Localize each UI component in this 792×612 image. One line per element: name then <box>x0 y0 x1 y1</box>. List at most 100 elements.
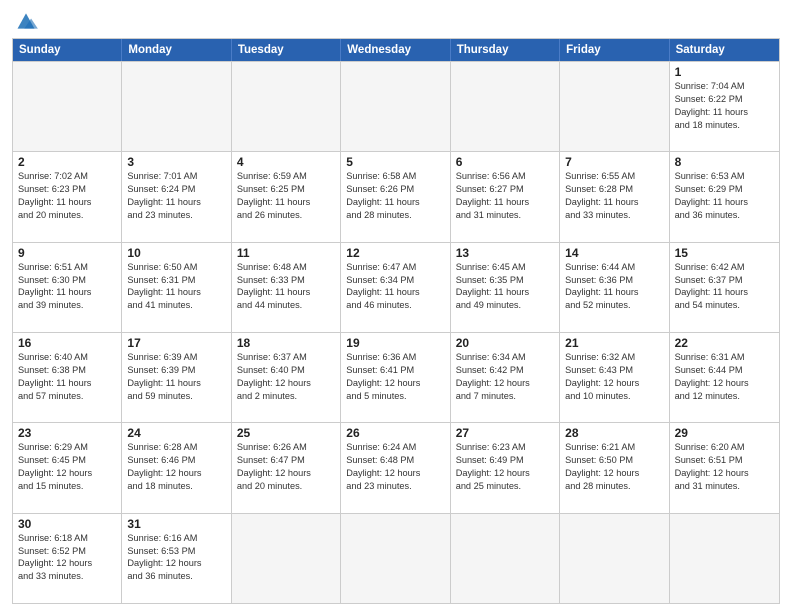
day-info: Sunrise: 6:58 AM Sunset: 6:26 PM Dayligh… <box>346 170 444 222</box>
day-number: 23 <box>18 426 116 440</box>
header-day-sunday: Sunday <box>13 39 122 61</box>
cal-cell <box>232 62 341 151</box>
cal-cell: 25Sunrise: 6:26 AM Sunset: 6:47 PM Dayli… <box>232 423 341 512</box>
cal-cell: 19Sunrise: 6:36 AM Sunset: 6:41 PM Dayli… <box>341 333 450 422</box>
day-info: Sunrise: 6:34 AM Sunset: 6:42 PM Dayligh… <box>456 351 554 403</box>
day-info: Sunrise: 6:28 AM Sunset: 6:46 PM Dayligh… <box>127 441 225 493</box>
day-info: Sunrise: 6:36 AM Sunset: 6:41 PM Dayligh… <box>346 351 444 403</box>
day-number: 10 <box>127 246 225 260</box>
calendar-row-1: 2Sunrise: 7:02 AM Sunset: 6:23 PM Daylig… <box>13 151 779 241</box>
cal-cell: 31Sunrise: 6:16 AM Sunset: 6:53 PM Dayli… <box>122 514 231 603</box>
cal-cell <box>13 62 122 151</box>
day-info: Sunrise: 7:02 AM Sunset: 6:23 PM Dayligh… <box>18 170 116 222</box>
calendar-row-3: 16Sunrise: 6:40 AM Sunset: 6:38 PM Dayli… <box>13 332 779 422</box>
cal-cell <box>670 514 779 603</box>
cal-cell: 21Sunrise: 6:32 AM Sunset: 6:43 PM Dayli… <box>560 333 669 422</box>
cal-cell: 24Sunrise: 6:28 AM Sunset: 6:46 PM Dayli… <box>122 423 231 512</box>
cal-cell: 12Sunrise: 6:47 AM Sunset: 6:34 PM Dayli… <box>341 243 450 332</box>
day-info: Sunrise: 6:44 AM Sunset: 6:36 PM Dayligh… <box>565 261 663 313</box>
day-info: Sunrise: 6:45 AM Sunset: 6:35 PM Dayligh… <box>456 261 554 313</box>
day-number: 25 <box>237 426 335 440</box>
day-number: 24 <box>127 426 225 440</box>
day-number: 27 <box>456 426 554 440</box>
header-day-wednesday: Wednesday <box>341 39 450 61</box>
day-info: Sunrise: 7:04 AM Sunset: 6:22 PM Dayligh… <box>675 80 774 132</box>
day-info: Sunrise: 6:56 AM Sunset: 6:27 PM Dayligh… <box>456 170 554 222</box>
day-number: 19 <box>346 336 444 350</box>
day-number: 28 <box>565 426 663 440</box>
cal-cell: 6Sunrise: 6:56 AM Sunset: 6:27 PM Daylig… <box>451 152 560 241</box>
header-day-thursday: Thursday <box>451 39 560 61</box>
cal-cell <box>560 514 669 603</box>
day-number: 30 <box>18 517 116 531</box>
day-number: 31 <box>127 517 225 531</box>
page: SundayMondayTuesdayWednesdayThursdayFrid… <box>0 0 792 612</box>
day-number: 26 <box>346 426 444 440</box>
day-info: Sunrise: 6:39 AM Sunset: 6:39 PM Dayligh… <box>127 351 225 403</box>
day-number: 22 <box>675 336 774 350</box>
calendar-row-5: 30Sunrise: 6:18 AM Sunset: 6:52 PM Dayli… <box>13 513 779 603</box>
header <box>12 10 780 32</box>
day-info: Sunrise: 6:40 AM Sunset: 6:38 PM Dayligh… <box>18 351 116 403</box>
cal-cell <box>451 514 560 603</box>
day-number: 13 <box>456 246 554 260</box>
cal-cell <box>122 62 231 151</box>
header-day-friday: Friday <box>560 39 669 61</box>
day-info: Sunrise: 6:51 AM Sunset: 6:30 PM Dayligh… <box>18 261 116 313</box>
cal-cell: 20Sunrise: 6:34 AM Sunset: 6:42 PM Dayli… <box>451 333 560 422</box>
cal-cell: 23Sunrise: 6:29 AM Sunset: 6:45 PM Dayli… <box>13 423 122 512</box>
cal-cell: 14Sunrise: 6:44 AM Sunset: 6:36 PM Dayli… <box>560 243 669 332</box>
cal-cell: 9Sunrise: 6:51 AM Sunset: 6:30 PM Daylig… <box>13 243 122 332</box>
day-info: Sunrise: 6:47 AM Sunset: 6:34 PM Dayligh… <box>346 261 444 313</box>
day-number: 17 <box>127 336 225 350</box>
day-info: Sunrise: 6:32 AM Sunset: 6:43 PM Dayligh… <box>565 351 663 403</box>
cal-cell: 4Sunrise: 6:59 AM Sunset: 6:25 PM Daylig… <box>232 152 341 241</box>
day-info: Sunrise: 6:21 AM Sunset: 6:50 PM Dayligh… <box>565 441 663 493</box>
logo <box>12 10 44 32</box>
header-day-saturday: Saturday <box>670 39 779 61</box>
cal-cell: 22Sunrise: 6:31 AM Sunset: 6:44 PM Dayli… <box>670 333 779 422</box>
cal-cell: 3Sunrise: 7:01 AM Sunset: 6:24 PM Daylig… <box>122 152 231 241</box>
cal-cell: 16Sunrise: 6:40 AM Sunset: 6:38 PM Dayli… <box>13 333 122 422</box>
day-number: 15 <box>675 246 774 260</box>
day-info: Sunrise: 6:53 AM Sunset: 6:29 PM Dayligh… <box>675 170 774 222</box>
day-info: Sunrise: 6:26 AM Sunset: 6:47 PM Dayligh… <box>237 441 335 493</box>
day-info: Sunrise: 6:31 AM Sunset: 6:44 PM Dayligh… <box>675 351 774 403</box>
day-info: Sunrise: 6:42 AM Sunset: 6:37 PM Dayligh… <box>675 261 774 313</box>
calendar-header: SundayMondayTuesdayWednesdayThursdayFrid… <box>13 39 779 61</box>
cal-cell: 13Sunrise: 6:45 AM Sunset: 6:35 PM Dayli… <box>451 243 560 332</box>
cal-cell: 30Sunrise: 6:18 AM Sunset: 6:52 PM Dayli… <box>13 514 122 603</box>
day-number: 1 <box>675 65 774 79</box>
day-info: Sunrise: 6:18 AM Sunset: 6:52 PM Dayligh… <box>18 532 116 584</box>
day-info: Sunrise: 6:48 AM Sunset: 6:33 PM Dayligh… <box>237 261 335 313</box>
day-number: 8 <box>675 155 774 169</box>
cal-cell: 5Sunrise: 6:58 AM Sunset: 6:26 PM Daylig… <box>341 152 450 241</box>
calendar-row-2: 9Sunrise: 6:51 AM Sunset: 6:30 PM Daylig… <box>13 242 779 332</box>
day-info: Sunrise: 6:50 AM Sunset: 6:31 PM Dayligh… <box>127 261 225 313</box>
cal-cell: 7Sunrise: 6:55 AM Sunset: 6:28 PM Daylig… <box>560 152 669 241</box>
day-info: Sunrise: 6:55 AM Sunset: 6:28 PM Dayligh… <box>565 170 663 222</box>
day-number: 14 <box>565 246 663 260</box>
day-number: 16 <box>18 336 116 350</box>
day-info: Sunrise: 6:20 AM Sunset: 6:51 PM Dayligh… <box>675 441 774 493</box>
cal-cell <box>341 514 450 603</box>
day-info: Sunrise: 6:29 AM Sunset: 6:45 PM Dayligh… <box>18 441 116 493</box>
day-number: 21 <box>565 336 663 350</box>
cal-cell <box>451 62 560 151</box>
day-number: 5 <box>346 155 444 169</box>
calendar-body: 1Sunrise: 7:04 AM Sunset: 6:22 PM Daylig… <box>13 61 779 603</box>
calendar-row-0: 1Sunrise: 7:04 AM Sunset: 6:22 PM Daylig… <box>13 61 779 151</box>
day-number: 2 <box>18 155 116 169</box>
day-info: Sunrise: 6:24 AM Sunset: 6:48 PM Dayligh… <box>346 441 444 493</box>
cal-cell: 1Sunrise: 7:04 AM Sunset: 6:22 PM Daylig… <box>670 62 779 151</box>
cal-cell: 18Sunrise: 6:37 AM Sunset: 6:40 PM Dayli… <box>232 333 341 422</box>
day-number: 12 <box>346 246 444 260</box>
day-number: 3 <box>127 155 225 169</box>
cal-cell: 29Sunrise: 6:20 AM Sunset: 6:51 PM Dayli… <box>670 423 779 512</box>
header-day-monday: Monday <box>122 39 231 61</box>
day-number: 18 <box>237 336 335 350</box>
day-info: Sunrise: 6:23 AM Sunset: 6:49 PM Dayligh… <box>456 441 554 493</box>
cal-cell: 8Sunrise: 6:53 AM Sunset: 6:29 PM Daylig… <box>670 152 779 241</box>
cal-cell: 28Sunrise: 6:21 AM Sunset: 6:50 PM Dayli… <box>560 423 669 512</box>
day-number: 20 <box>456 336 554 350</box>
